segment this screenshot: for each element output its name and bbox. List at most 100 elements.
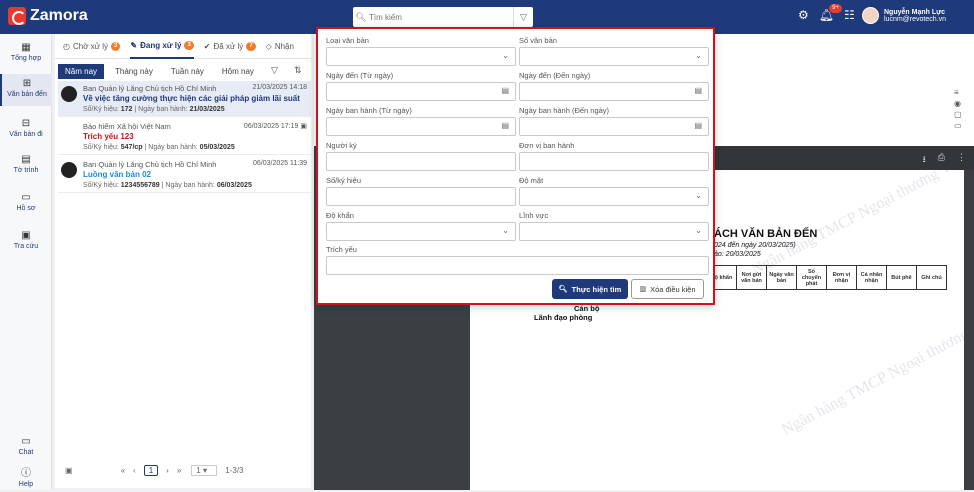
doc-book-select[interactable]: ⌄ (519, 47, 709, 66)
sidebar-item-help[interactable]: ⓘ Help (0, 460, 52, 492)
confidentiality-select[interactable]: ⌄ (519, 187, 709, 206)
field-label: Lĩnh vực (519, 211, 549, 220)
sidebar: ▦ Tổng hợp ⊞ Văn bản đến ⊟ Văn bản đi ▤ … (0, 34, 52, 490)
last-page-icon[interactable]: » (177, 466, 181, 475)
sidebar-item-lookup[interactable]: ▣ Tra cứu (0, 226, 52, 258)
period-today[interactable]: Hôm nay (215, 64, 261, 79)
filter-confidentiality: Độ mật ⌄ (519, 176, 709, 206)
doc-number-input[interactable] (326, 187, 516, 206)
search-button[interactable]: 🔍︎ Thực hiện tìm (552, 279, 628, 299)
app-name: Zamora (30, 7, 88, 24)
sidebar-item-label: Tổng hợp (10, 55, 42, 62)
filter-icon[interactable]: ▽ (513, 7, 533, 27)
document-title: Về việc tăng cường thực hiện các giải ph… (83, 94, 300, 103)
clipboard-icon: ▤ (21, 154, 31, 165)
signer-input[interactable] (326, 152, 516, 171)
detail-side-icons: ≡ ◉ ▢ ▭ (954, 88, 962, 130)
issue-to-date[interactable]: ▤ (519, 117, 709, 136)
tab-pending[interactable]: ◴ Chờ xử lý 3 (63, 34, 121, 59)
tab-processed[interactable]: ✔ Đã xử lý 7 (204, 34, 256, 59)
report-column: Đơn vị nhận (826, 265, 857, 290)
urgency-select[interactable]: ⌄ (326, 222, 516, 241)
chevron-down-icon: ⌄ (695, 51, 702, 60)
download-icon[interactable]: ⭳ (923, 152, 926, 168)
sender-avatar (61, 124, 77, 140)
sidebar-item-outgoing[interactable]: ⊟ Văn bản đi (0, 114, 52, 146)
period-this-week[interactable]: Tuần này (164, 64, 211, 79)
report-column: Nơi gửi văn bản (736, 265, 767, 290)
doc-type-select[interactable]: ⌄ (326, 47, 516, 66)
field-label: Loại văn bản (326, 36, 369, 45)
filter-doc-book: Số văn bản ⌄ (519, 36, 709, 66)
user-menu[interactable]: Nguyễn Mạnh Lực lucnm@revotech.vn (862, 7, 946, 24)
search-icon: 🔍︎ (558, 286, 568, 293)
bell-icon[interactable]: 🔔︎ 9+ (819, 4, 842, 22)
more-icon[interactable]: ⋮ (957, 152, 966, 168)
watermark: Ngân hàng TMCP Ngoại thương V (748, 170, 956, 279)
tab-processing[interactable]: ✎ Đang xử lý 3 (130, 34, 194, 59)
search-input[interactable] (369, 12, 513, 22)
eye-icon[interactable]: ◉ (954, 99, 962, 108)
sidebar-item-label: Hồ sơ (16, 205, 36, 212)
list-item[interactable]: Ban Quản lý Lăng Chủ tịch Hồ Chí Minh 21… (58, 81, 311, 117)
app-logo[interactable]: Zamora (8, 7, 88, 25)
field-label: Ngày đến (Từ ngày) (326, 71, 394, 80)
sidebar-item-label: Help (18, 481, 34, 488)
document-meta: Số/Ký hiệu: 1234556789 | Ngày ban hành: … (83, 182, 252, 189)
arrival-from-date[interactable]: ▤ (326, 82, 516, 101)
page-current[interactable]: 1 (143, 464, 159, 476)
global-search: 🔍︎ ▽ (353, 7, 533, 27)
tab-label: Nhận (274, 41, 294, 51)
document-title: Trích yếu 123 (83, 132, 134, 141)
comment-icon[interactable]: ▭ (954, 121, 962, 130)
print-icon[interactable]: ⎙ (938, 152, 945, 168)
expand-icon[interactable]: ▢ (954, 110, 962, 119)
filter-icon[interactable]: ▽ (271, 65, 278, 76)
summary-input[interactable] (326, 256, 709, 275)
period-this-month[interactable]: Tháng này (108, 64, 160, 79)
sender-org: Ban Quản lý Lăng Chủ tịch Hồ Chí Minh (83, 84, 217, 93)
logo-icon (8, 7, 26, 25)
sender-avatar (61, 162, 77, 178)
export-icon[interactable]: ▣ (65, 466, 73, 475)
dashboard-icon: ▦ (21, 42, 31, 53)
chevron-down-icon: ⌄ (695, 226, 702, 235)
user-manage-icon[interactable]: ⚙ (798, 8, 809, 22)
calendar-icon[interactable]: ▤ (694, 86, 702, 95)
pen-icon: ✎ (130, 40, 138, 50)
list-item[interactable]: Bảo hiểm Xã hội Việt Nam 06/03/2025 17:1… (58, 119, 311, 155)
first-page-icon[interactable]: « (121, 466, 125, 475)
sidebar-item-incoming[interactable]: ⊞ Văn bản đến (0, 74, 52, 106)
sidebar-item-records[interactable]: ▭ Hồ sơ (0, 188, 52, 220)
sidebar-item-overview[interactable]: ▦ Tổng hợp (0, 38, 52, 70)
clear-button[interactable]: ▥ Xóa điều kiện (631, 279, 704, 299)
list-item[interactable]: Ban Quản lý Lăng Chủ tịch Hồ Chí Minh 06… (58, 157, 311, 193)
calendar-icon[interactable]: ▤ (501, 86, 509, 95)
sidebar-item-proposal[interactable]: ▤ Tờ trình (0, 150, 52, 182)
apps-grid-icon[interactable]: ☷ (844, 8, 855, 22)
arrival-to-date[interactable]: ▤ (519, 82, 709, 101)
pagination: ▣ « ‹ 1 › » 1 ▾ 1-3/3 (55, 462, 311, 478)
period-this-year[interactable]: Năm nay (58, 64, 105, 79)
field-area-select[interactable]: ⌄ (519, 222, 709, 241)
sort-icon[interactable]: ⇅ (294, 65, 302, 76)
prev-page-icon[interactable]: ‹ (133, 466, 136, 475)
menu-icon[interactable]: ≡ (954, 88, 962, 97)
issue-from-date[interactable]: ▤ (326, 117, 516, 136)
next-page-icon[interactable]: › (166, 466, 169, 475)
field-label: Số/ký hiệu (326, 176, 362, 185)
filter-doc-number: Số/ký hiệu (326, 176, 516, 206)
filter-arrival-to: Ngày đến (Đến ngày) ▤ (519, 71, 709, 101)
sidebar-item-label: Tra cứu (13, 243, 39, 250)
page-size-select[interactable]: 1 ▾ (191, 464, 218, 476)
tab-received[interactable]: ◇ Nhận (266, 34, 294, 59)
calendar-icon[interactable]: ▤ (694, 121, 702, 130)
issuer-input[interactable] (519, 152, 709, 171)
field-label: Độ khẩn (326, 211, 354, 220)
document-status-icon: ▣ (300, 123, 307, 130)
calendar-icon[interactable]: ▤ (501, 121, 509, 130)
search-book-icon: ▣ (21, 230, 31, 241)
tab-label: Đang xử lý (140, 40, 182, 50)
field-label: Trích yếu (326, 245, 357, 254)
received-time: 06/03/2025 17:19 ▣ (243, 123, 307, 130)
